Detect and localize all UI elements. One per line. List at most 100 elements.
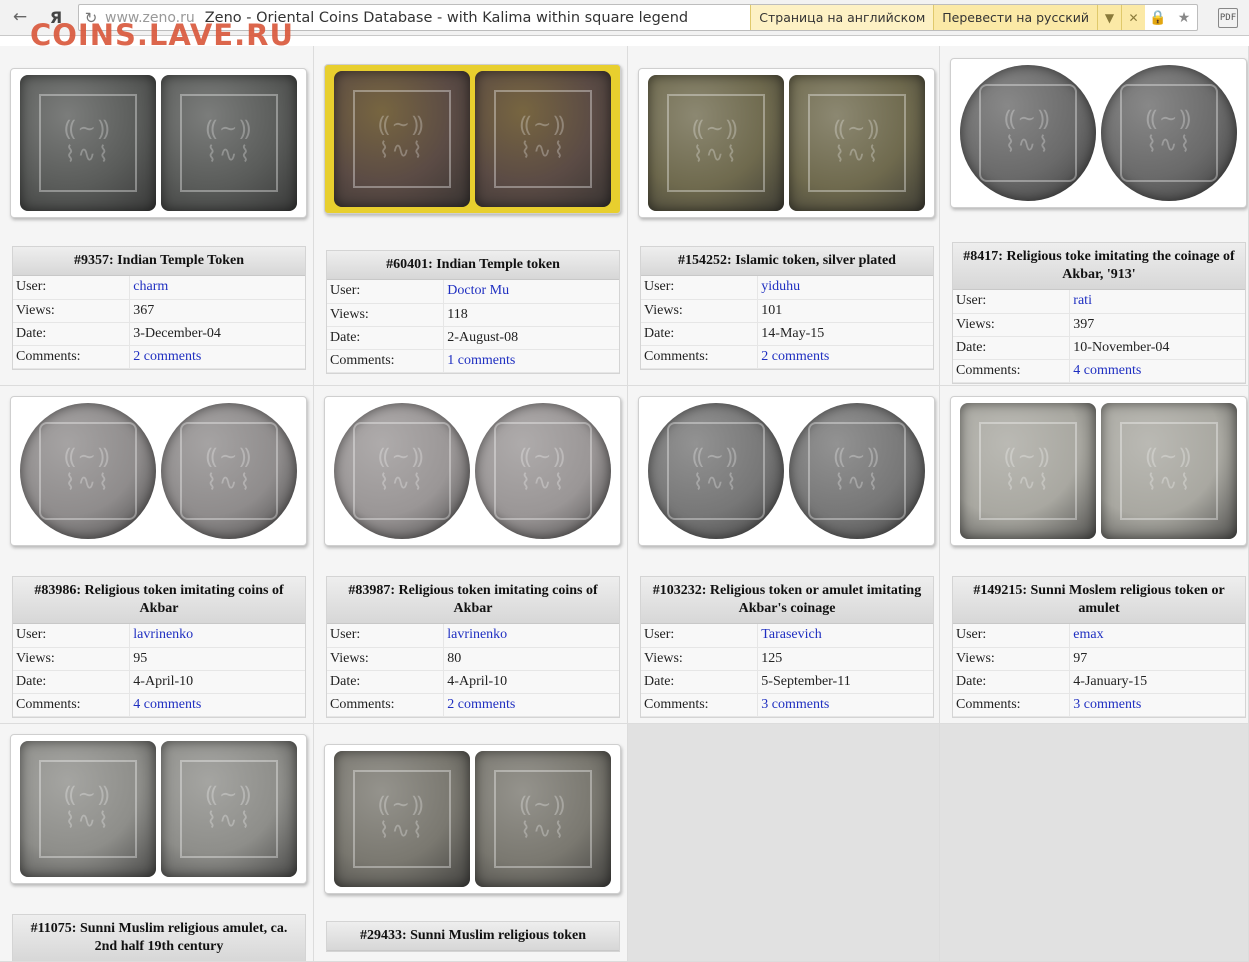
info-row: User: yiduhu	[641, 276, 933, 300]
coin-user-link[interactable]: Tarasevich	[761, 627, 821, 642]
coin-title-link[interactable]: #83986: Religious token imitating coins …	[13, 577, 305, 624]
coin-comments-link[interactable]: 4 comments	[133, 697, 201, 712]
close-icon[interactable]: ✕	[1121, 5, 1145, 30]
address-bar[interactable]: ↻ www.zeno.ru Zeno - Oriental Coins Data…	[78, 4, 1198, 31]
info-value-cell: Doctor Mu	[443, 280, 619, 304]
coin-card: ⸨∼⸩ ⌇∿⌇ ⸨∼⸩ ⌇∿⌇ #8417: Religious toke imitat…	[940, 46, 1249, 386]
info-row: User: lavrinenko	[13, 624, 305, 648]
coin-user-link[interactable]: rati	[1073, 293, 1092, 308]
info-row: Views: 97	[953, 647, 1245, 671]
coin-thumbnail[interactable]: ⸨∼⸩ ⌇∿⌇ ⸨∼⸩ ⌇∿⌇	[950, 396, 1247, 546]
coin-comments-link[interactable]: 3 comments	[1073, 697, 1141, 712]
chevron-down-icon[interactable]: ▼	[1097, 5, 1121, 30]
coin-title-link[interactable]: #83987: Religious token imitating coins …	[327, 577, 619, 624]
coin-thumbnail[interactable]: ⸨∼⸩ ⌇∿⌇ ⸨∼⸩ ⌇∿⌇	[324, 744, 621, 894]
coin-comments-link[interactable]: 1 comments	[447, 353, 515, 368]
coin-thumbnail[interactable]: ⸨∼⸩ ⌇∿⌇ ⸨∼⸩ ⌇∿⌇	[10, 68, 307, 218]
info-label: Comments:	[13, 345, 131, 369]
coin-thumbnail[interactable]: ⸨∼⸩ ⌇∿⌇ ⸨∼⸩ ⌇∿⌇	[950, 58, 1247, 208]
coin-reverse-image: ⸨∼⸩ ⌇∿⌇	[161, 75, 298, 211]
empty-cell	[940, 724, 1249, 962]
info-row: Date: 3-December-04	[13, 322, 305, 346]
coin-views-value: 118	[447, 306, 468, 322]
coin-info-box: #11075: Sunni Muslim religious amulet, c…	[12, 914, 306, 961]
coin-thumbnail[interactable]: ⸨∼⸩ ⌇∿⌇ ⸨∼⸩ ⌇∿⌇	[324, 64, 621, 214]
info-row: User: rati	[953, 290, 1245, 314]
info-label: Views:	[327, 647, 445, 671]
coin-title-link[interactable]: #29433: Sunni Muslim religious token	[327, 922, 619, 951]
lock-icon[interactable]: 🔒	[1145, 10, 1171, 26]
info-row: Views: 95	[13, 647, 305, 671]
coin-comments-link[interactable]: 3 comments	[761, 697, 829, 712]
info-row: User: emax	[953, 624, 1245, 648]
coin-title-link[interactable]: #8417: Religious toke imitating the coin…	[953, 243, 1245, 290]
coin-title-link[interactable]: #11075: Sunni Muslim religious amulet, c…	[13, 915, 305, 961]
info-label: Date:	[953, 670, 1071, 694]
coin-card: ⸨∼⸩ ⌇∿⌇ ⸨∼⸩ ⌇∿⌇ #60401: Indian Temple token U…	[314, 46, 628, 386]
info-value-cell: 397	[1069, 313, 1245, 337]
coin-date-value: 3-December-04	[133, 325, 221, 341]
info-row: Date: 4-January-15	[953, 670, 1245, 694]
coin-info-box: #29433: Sunni Muslim religious token	[326, 921, 620, 952]
coin-comments-link[interactable]: 2 comments	[447, 697, 515, 712]
reload-icon[interactable]: ↻	[79, 9, 103, 27]
coin-title-link[interactable]: #103232: Religious token or amulet imita…	[641, 577, 933, 624]
back-arrow-icon[interactable]: ←	[8, 5, 32, 29]
coin-reverse-image: ⸨∼⸩ ⌇∿⌇	[475, 403, 612, 539]
coin-thumbnail[interactable]: ⸨∼⸩ ⌇∿⌇ ⸨∼⸩ ⌇∿⌇	[324, 396, 621, 546]
coin-obverse-image: ⸨∼⸩ ⌇∿⌇	[959, 65, 1096, 201]
info-row: Comments: 2 comments	[13, 345, 305, 369]
coin-user-link[interactable]: emax	[1073, 627, 1103, 642]
pdf-extension-icon[interactable]: PDF	[1218, 8, 1238, 28]
coin-views-value: 97	[1073, 650, 1088, 666]
info-row: User: lavrinenko	[327, 624, 619, 648]
coin-thumbnail[interactable]: ⸨∼⸩ ⌇∿⌇ ⸨∼⸩ ⌇∿⌇	[10, 734, 307, 884]
coin-user-link[interactable]: Doctor Mu	[447, 283, 509, 298]
info-row: Comments: 3 comments	[641, 693, 933, 717]
info-value-cell: 2 comments	[757, 345, 933, 369]
info-row: Views: 397	[953, 313, 1245, 337]
coin-user-link[interactable]: charm	[133, 279, 168, 294]
info-label: Views:	[13, 647, 131, 671]
coin-date-value: 5-September-11	[761, 673, 851, 689]
coin-thumbnail[interactable]: ⸨∼⸩ ⌇∿⌇ ⸨∼⸩ ⌇∿⌇	[10, 396, 307, 546]
info-label: Date:	[13, 322, 131, 346]
info-label: User:	[641, 624, 759, 648]
coin-comments-link[interactable]: 4 comments	[1073, 363, 1141, 378]
coin-date-value: 4-January-15	[1073, 673, 1148, 689]
coin-title-link[interactable]: #149215: Sunni Moslem religious token or…	[953, 577, 1245, 624]
coin-user-link[interactable]: yiduhu	[761, 279, 800, 294]
coin-reverse-image: ⸨∼⸩ ⌇∿⌇	[1101, 65, 1238, 201]
coin-title-link[interactable]: #154252: Islamic token, silver plated	[641, 247, 933, 276]
star-icon[interactable]: ★	[1171, 10, 1197, 26]
info-label: User:	[13, 276, 131, 300]
info-label: User:	[641, 276, 759, 300]
info-row: Views: 125	[641, 647, 933, 671]
info-value-cell: 4 comments	[129, 693, 305, 717]
coin-user-link[interactable]: lavrinenko	[447, 627, 507, 642]
yandex-button[interactable]: Я	[44, 5, 68, 29]
info-label: Views:	[641, 299, 759, 323]
coin-reverse-image: ⸨∼⸩ ⌇∿⌇	[475, 751, 612, 887]
info-value-cell: Tarasevich	[757, 624, 933, 648]
info-value-cell: 3-December-04	[129, 322, 305, 346]
coin-card: ⸨∼⸩ ⌇∿⌇ ⸨∼⸩ ⌇∿⌇ #11075: Sunni Muslim religio…	[0, 724, 314, 962]
coin-date-value: 2-August-08	[447, 329, 519, 345]
coin-title-link[interactable]: #9357: Indian Temple Token	[13, 247, 305, 276]
coin-title-link[interactable]: #60401: Indian Temple token	[327, 251, 619, 280]
page-language-button[interactable]: Страница на английском	[750, 5, 934, 30]
coin-card: ⸨∼⸩ ⌇∿⌇ ⸨∼⸩ ⌇∿⌇ #83987: Religious token imit…	[314, 386, 628, 724]
coin-comments-link[interactable]: 2 comments	[761, 349, 829, 364]
info-value-cell: 2 comments	[443, 693, 619, 717]
coin-obverse-image: ⸨∼⸩ ⌇∿⌇	[333, 403, 470, 539]
info-value-cell: 367	[129, 299, 305, 323]
info-row: Comments: 1 comments	[327, 349, 619, 373]
coin-thumbnail[interactable]: ⸨∼⸩ ⌇∿⌇ ⸨∼⸩ ⌇∿⌇	[638, 396, 935, 546]
coin-info-box: #83987: Religious token imitating coins …	[326, 576, 620, 718]
translate-button[interactable]: Перевести на русский	[933, 5, 1097, 30]
coin-thumbnail[interactable]: ⸨∼⸩ ⌇∿⌇ ⸨∼⸩ ⌇∿⌇	[638, 68, 935, 218]
coin-user-link[interactable]: lavrinenko	[133, 627, 193, 642]
coin-comments-link[interactable]: 2 comments	[133, 349, 201, 364]
coin-obverse-image: ⸨∼⸩ ⌇∿⌇	[19, 403, 156, 539]
info-value-cell: 95	[129, 647, 305, 671]
